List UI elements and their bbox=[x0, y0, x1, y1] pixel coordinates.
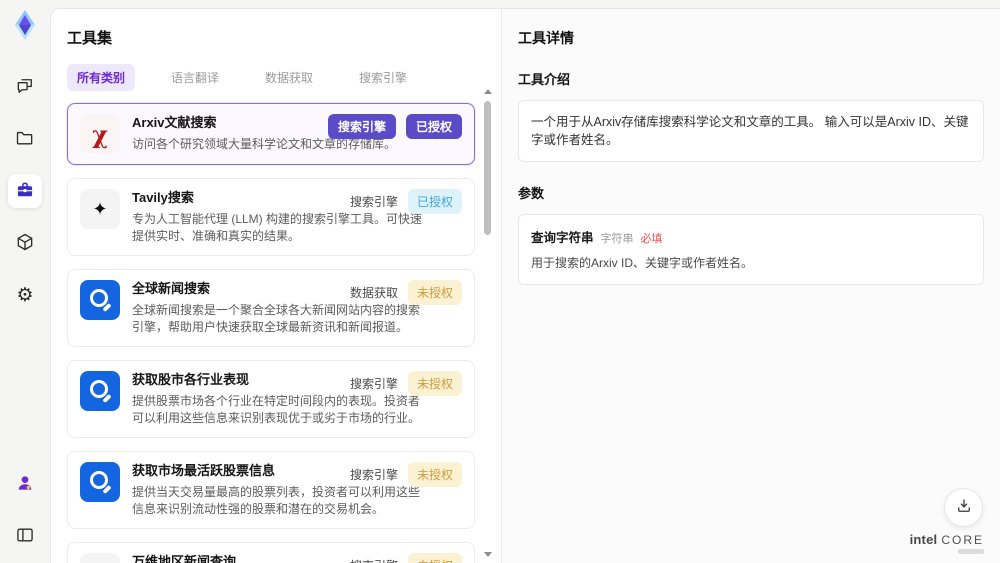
tool-card[interactable]: 获取市场最活跃股票信息 提供当天交易量最高的股票列表，投资者可以利用这些信息来识… bbox=[67, 451, 475, 529]
intel-core-wordmark: intel core bbox=[910, 533, 984, 546]
tool-card[interactable]: 全球新闻搜索 全球新闻搜索是一个聚合全球各大新闻网站内容的搜索引擎，帮助用户快速… bbox=[67, 269, 475, 347]
category-badge: 搜索引擎 bbox=[327, 114, 396, 139]
auth-status-badge: 未授权 bbox=[407, 371, 462, 396]
news-search-icon bbox=[80, 371, 120, 411]
intel-word: intel bbox=[909, 532, 938, 547]
tool-badges: 搜索引擎 未授权 bbox=[350, 462, 462, 487]
tool-description: 专为人工智能代理 (LLM) 构建的搜索引擎工具。可快速提供实时、准确和真实的结… bbox=[132, 212, 423, 243]
sparkle-icon bbox=[80, 189, 120, 229]
page-title: 工具集 bbox=[67, 30, 113, 47]
tool-list: Arxiv文献搜索 访问各个研究领域大量科学论文和文章的存储库。 搜索引擎 已授… bbox=[67, 103, 475, 563]
param-item: 查询字符串 字符串 必填 用于搜索的Arxiv ID、关键字或作者姓名。 bbox=[531, 227, 971, 272]
auth-status-badge: 已授权 bbox=[405, 114, 462, 139]
tool-description: 提供股票市场各个行业在特定时间段内的表现。投资者可以利用这些信息来识别表现优于或… bbox=[132, 394, 421, 425]
param-name: 查询字符串 bbox=[531, 231, 594, 245]
tool-badges: 搜索引擎 未授权 bbox=[350, 553, 462, 563]
app-logo bbox=[8, 8, 42, 42]
scrollbar-down-arrow[interactable] bbox=[483, 552, 492, 557]
cube-icon bbox=[15, 232, 35, 255]
tool-badges: 搜索引擎 已授权 bbox=[350, 189, 462, 214]
app-window: ⚙ 工具集 所有类别 语言翻译 数据获取 搜索引擎 χ Arxiv文献搜索 访问… bbox=[0, 0, 1000, 563]
category-tab[interactable]: 所有类别 bbox=[67, 64, 136, 91]
news-search-icon bbox=[80, 280, 120, 320]
intro-text: 一个用于从Arxiv存储库搜索科学论文和文章的工具。 输入可以是Arxiv ID… bbox=[531, 115, 969, 147]
param-type: 字符串 bbox=[600, 233, 634, 245]
sidebar-item-toolset[interactable] bbox=[8, 174, 42, 208]
category-tab[interactable]: 数据获取 bbox=[255, 64, 323, 91]
main-content: 工具集 所有类别语言翻译数据获取搜索引擎 Arxiv文献搜索 访问各个研究领域大… bbox=[50, 8, 1000, 563]
tool-card[interactable]: 万维地区新闻查询 查询具体行政区划内的新闻，快速了解各地新闻动 搜索引擎 未授权 bbox=[67, 542, 475, 563]
scrollbar-up-arrow[interactable] bbox=[483, 89, 492, 94]
param-head: 查询字符串 字符串 必填 bbox=[531, 227, 971, 246]
tool-badges: 搜索引擎 已授权 bbox=[327, 114, 462, 139]
intel-sub-badge bbox=[958, 549, 984, 554]
tool-badges: 数据获取 未授权 bbox=[350, 280, 462, 305]
tool-list-panel: 工具集 所有类别语言翻译数据获取搜索引擎 Arxiv文献搜索 访问各个研究领域大… bbox=[51, 9, 501, 563]
tool-card[interactable]: 获取股市各行业表现 提供股票市场各个行业在特定时间段内的表现。投资者可以利用这些… bbox=[67, 360, 475, 438]
sidebar-item-models[interactable] bbox=[8, 226, 42, 260]
category-badge: 搜索引擎 bbox=[349, 468, 398, 482]
param-required-flag: 必填 bbox=[640, 233, 663, 245]
gear-icon: ⚙ bbox=[16, 284, 34, 306]
sidebar-item-chat[interactable] bbox=[8, 70, 42, 104]
category-badge: 搜索引擎 bbox=[349, 377, 398, 391]
folder-icon bbox=[15, 128, 35, 151]
left-icon-rail: ⚙ bbox=[0, 0, 50, 563]
intro-heading: 工具介绍 bbox=[518, 72, 571, 87]
category-badge: 数据获取 bbox=[349, 286, 398, 300]
tool-description: 全球新闻搜索是一个聚合全球各大新闻网站内容的搜索引擎，帮助用户快速获取全球最新资… bbox=[132, 303, 421, 334]
auth-status-badge: 未授权 bbox=[407, 462, 462, 487]
download-icon bbox=[955, 497, 973, 518]
param-description: 用于搜索的Arxiv ID、关键字或作者姓名。 bbox=[531, 256, 754, 270]
intel-core-logo: intel core bbox=[910, 533, 984, 554]
auth-status-badge: 未授权 bbox=[407, 280, 462, 305]
tool-description: 提供当天交易量最高的股票列表，投资者可以利用这些信息来识别流动性强的股票和潜在的… bbox=[132, 485, 421, 516]
chat-icon bbox=[15, 76, 35, 99]
collapse-sidebar-button[interactable] bbox=[8, 519, 42, 553]
params-box: 查询字符串 字符串 必填 用于搜索的Arxiv ID、关键字或作者姓名。 bbox=[518, 214, 984, 285]
tool-detail-panel: 工具详情 工具介绍 一个用于从Arxiv存储库搜索科学论文和文章的工具。 输入可… bbox=[501, 9, 1000, 563]
tool-card[interactable]: Arxiv文献搜索 访问各个研究领域大量科学论文和文章的存储库。 搜索引擎 已授… bbox=[67, 103, 475, 165]
arxiv-icon bbox=[80, 114, 120, 154]
toolbox-icon bbox=[15, 180, 35, 203]
category-tab[interactable]: 语言翻译 bbox=[161, 64, 229, 91]
news-search-icon bbox=[80, 462, 120, 502]
sidebar-item-settings[interactable]: ⚙ bbox=[8, 278, 42, 312]
tool-card[interactable]: Tavily搜索 专为人工智能代理 (LLM) 构建的搜索引擎工具。可快速提供实… bbox=[67, 178, 475, 256]
user-icon bbox=[15, 473, 35, 496]
category-tabs: 所有类别 语言翻译 数据获取 搜索引擎 bbox=[67, 64, 475, 91]
collapse-panel-icon bbox=[15, 525, 35, 548]
category-badge: 搜索引擎 bbox=[349, 195, 398, 209]
tool-badges: 搜索引擎 未授权 bbox=[350, 371, 462, 396]
newspaper-icon bbox=[80, 553, 120, 563]
user-avatar[interactable] bbox=[8, 467, 42, 501]
auth-status-badge: 已授权 bbox=[407, 189, 462, 214]
auth-status-badge: 未授权 bbox=[407, 553, 462, 563]
category-badge: 搜索引擎 bbox=[350, 553, 398, 563]
intro-box: 一个用于从Arxiv存储库搜索科学论文和文章的工具。 输入可以是Arxiv ID… bbox=[518, 100, 984, 162]
core-word: core bbox=[941, 533, 984, 547]
download-button[interactable] bbox=[944, 488, 983, 527]
scrollbar-thumb[interactable] bbox=[484, 101, 491, 235]
category-tab[interactable]: 搜索引擎 bbox=[349, 64, 417, 91]
sidebar-item-files[interactable] bbox=[8, 122, 42, 156]
detail-title: 工具详情 bbox=[518, 30, 574, 46]
params-heading: 参数 bbox=[518, 186, 545, 201]
list-scrollbar[interactable] bbox=[483, 89, 492, 557]
